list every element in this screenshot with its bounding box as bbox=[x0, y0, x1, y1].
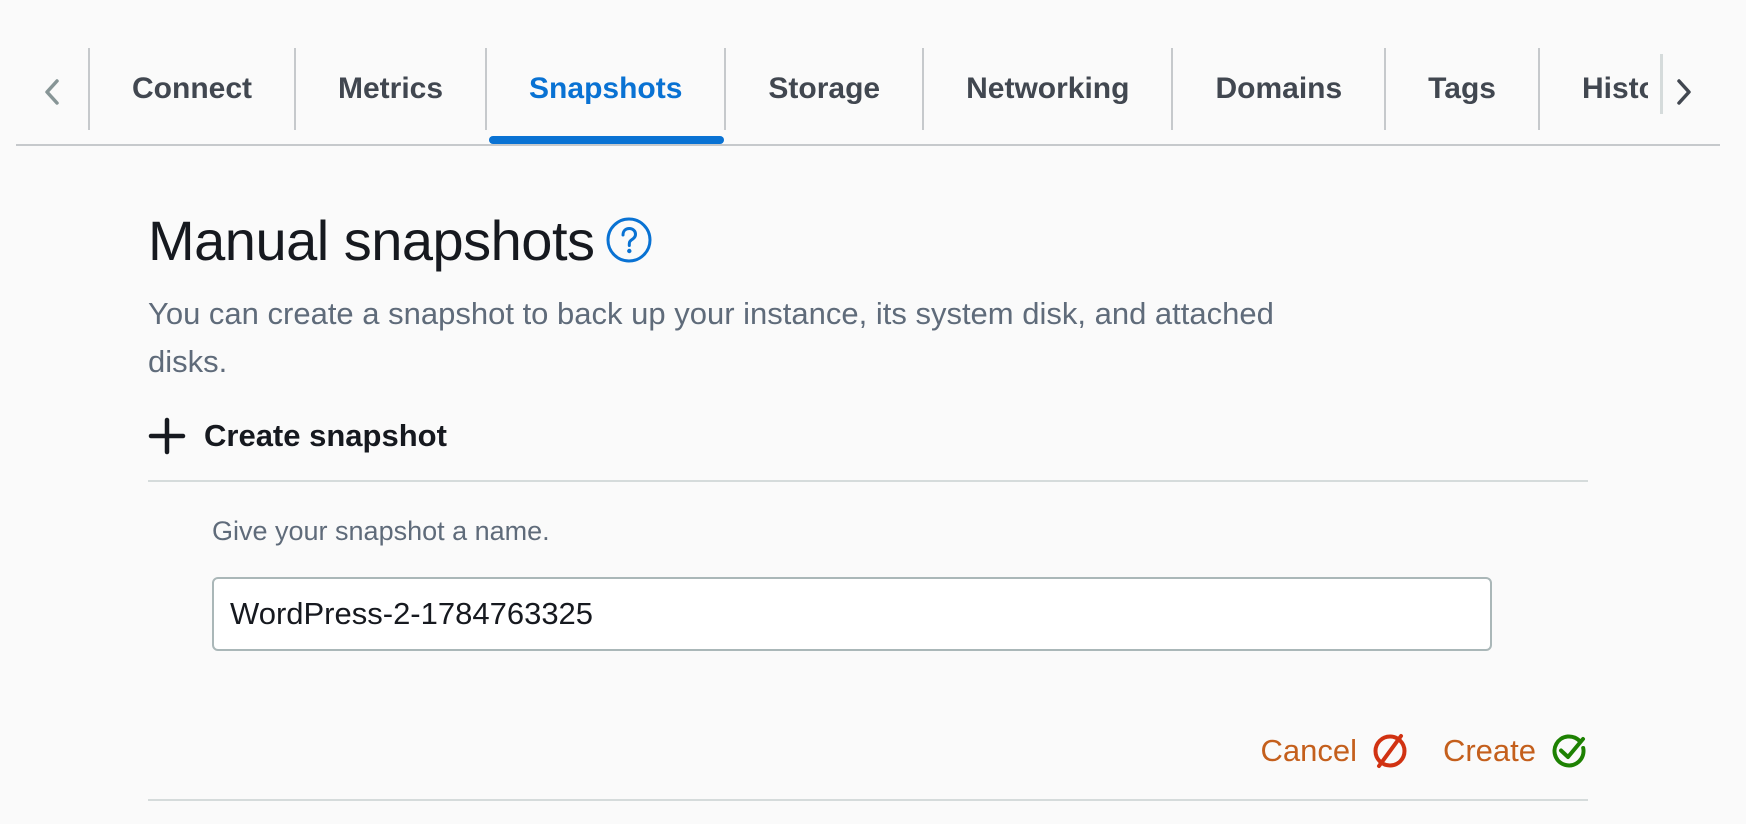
tab-bar: Connect Metrics Snapshots Storage Networ… bbox=[16, 48, 1720, 146]
tab-label: Domains bbox=[1215, 72, 1343, 105]
tab-label: Storage bbox=[768, 72, 881, 105]
create-button[interactable]: Create bbox=[1443, 732, 1588, 770]
tab-storage[interactable]: Storage bbox=[724, 48, 922, 130]
page-description: You can create a snapshot to back up you… bbox=[148, 296, 1274, 379]
tab-scroll-edge bbox=[1660, 54, 1663, 114]
cancel-icon bbox=[1373, 734, 1407, 768]
tabs-scroll-left-button[interactable] bbox=[34, 70, 70, 114]
tab-domains[interactable]: Domains bbox=[1171, 48, 1384, 130]
tab-label: Connect bbox=[132, 72, 252, 105]
tab-networking[interactable]: Networking bbox=[922, 48, 1171, 130]
active-tab-indicator bbox=[489, 136, 725, 144]
tab-label: Snapshots bbox=[529, 72, 683, 105]
page-title: Manual snapshots bbox=[148, 208, 595, 272]
snapshots-panel: Manual snapshots You can create a snapsh… bbox=[148, 200, 1588, 801]
chevron-right-icon bbox=[1677, 79, 1691, 105]
create-snapshot-toggle[interactable]: Create snapshot bbox=[148, 404, 1588, 468]
tab-tags[interactable]: Tags bbox=[1384, 48, 1538, 130]
plus-icon bbox=[148, 417, 186, 455]
tab-label: Tags bbox=[1428, 72, 1496, 105]
tab-list: Connect Metrics Snapshots Storage Networ… bbox=[88, 48, 1648, 144]
info-icon[interactable] bbox=[605, 216, 653, 264]
snapshot-name-input[interactable] bbox=[212, 577, 1492, 651]
create-label: Create bbox=[1442, 733, 1536, 768]
tabs-scroll-right-button[interactable] bbox=[1666, 70, 1702, 114]
check-circle-icon bbox=[1552, 734, 1586, 768]
form-actions: Cancel Create bbox=[212, 729, 1588, 799]
section-bottom-divider bbox=[148, 799, 1588, 801]
tab-history[interactable]: History bbox=[1537, 48, 1648, 130]
snapshot-name-label: Give your snapshot a name. bbox=[212, 516, 550, 546]
tab-snapshots[interactable]: Snapshots bbox=[485, 48, 725, 144]
tab-metrics[interactable]: Metrics bbox=[294, 48, 485, 130]
tab-connect[interactable]: Connect bbox=[88, 48, 294, 130]
section-divider bbox=[148, 480, 1588, 482]
tab-label: Networking bbox=[966, 72, 1130, 105]
cancel-button[interactable]: Cancel bbox=[1260, 732, 1409, 770]
tab-label: History bbox=[1581, 72, 1648, 105]
create-snapshot-form: Give your snapshot a name. Cancel Create bbox=[148, 516, 1588, 799]
page-header: Manual snapshots bbox=[148, 200, 1588, 280]
tab-label: Metrics bbox=[338, 72, 444, 105]
create-snapshot-title: Create snapshot bbox=[204, 418, 447, 453]
cancel-label: Cancel bbox=[1260, 733, 1357, 768]
chevron-left-icon bbox=[45, 79, 59, 105]
